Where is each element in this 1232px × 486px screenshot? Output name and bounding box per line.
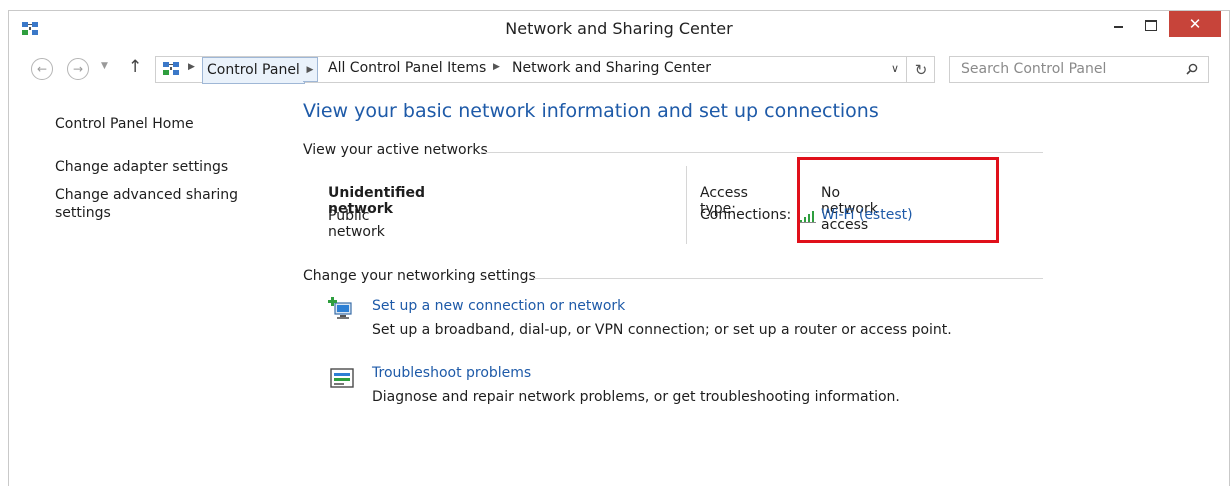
sidebar-item-control-panel-home[interactable]: Control Panel Home <box>55 115 285 133</box>
address-dropdown-icon[interactable]: ∨ <box>891 62 899 75</box>
breadcrumb-separator-icon[interactable]: ▶ <box>188 62 195 72</box>
window-title: Network and Sharing Center <box>505 19 733 38</box>
up-button[interactable]: ↑ <box>128 57 142 77</box>
maximize-icon <box>1145 19 1157 31</box>
sidebar-item-change-adapter-settings[interactable]: Change adapter settings <box>55 158 285 176</box>
setup-connection-description: Set up a broadband, dial-up, or VPN conn… <box>372 322 952 338</box>
maximize-button[interactable] <box>1137 11 1165 39</box>
breadcrumb-separator-icon[interactable]: ▶ <box>493 62 500 72</box>
divider <box>534 278 1043 279</box>
close-icon: ✕ <box>1188 15 1202 33</box>
search-icon[interactable] <box>1186 63 1198 75</box>
minimize-button[interactable] <box>1105 11 1131 39</box>
breadcrumb-all-items[interactable]: All Control Panel Items <box>328 60 486 76</box>
refresh-icon: ↻ <box>914 60 928 79</box>
address-bar[interactable]: ▶ Control Panel ▶ All Control Panel Item… <box>155 56 935 84</box>
forward-button[interactable]: → <box>67 58 89 80</box>
breadcrumb-network-sharing[interactable]: Network and Sharing Center <box>512 60 711 76</box>
window: Network and Sharing Center ✕ ← → ▼ ↑ ▶ C… <box>8 10 1230 486</box>
divider <box>485 152 1043 153</box>
sidebar-item-change-advanced-sharing[interactable]: Change advanced sharing settings <box>55 186 245 222</box>
new-connection-icon <box>328 297 352 319</box>
back-button[interactable]: ← <box>31 58 53 80</box>
breadcrumb-control-panel[interactable]: Control Panel <box>202 57 305 84</box>
forward-arrow-icon: → <box>72 62 84 76</box>
troubleshoot-description: Diagnose and repair network problems, or… <box>372 389 900 405</box>
minimize-icon <box>1113 26 1123 28</box>
troubleshoot-link[interactable]: Troubleshoot problems <box>372 365 531 381</box>
breadcrumb-separator-icon[interactable]: ▶ <box>303 57 318 82</box>
up-arrow-icon: ↑ <box>128 57 143 77</box>
networking-settings-header: Change your networking settings <box>303 268 536 284</box>
chevron-down-icon: ▼ <box>101 61 108 71</box>
active-networks-header: View your active networks <box>303 142 488 158</box>
troubleshoot-icon <box>330 368 354 388</box>
divider <box>686 166 687 244</box>
setup-connection-link[interactable]: Set up a new connection or network <box>372 298 625 314</box>
highlight-annotation <box>797 157 999 243</box>
sidebar: Control Panel Home Change adapter settin… <box>55 115 285 222</box>
connections-label: Connections: <box>700 207 792 223</box>
recent-locations-button[interactable]: ▼ <box>101 61 108 71</box>
search-input[interactable]: Search Control Panel <box>949 56 1209 83</box>
navigation-bar: ← → ▼ ↑ ▶ Control Panel ▶ All Control Pa… <box>9 55 1229 85</box>
back-arrow-icon: ← <box>36 62 48 76</box>
page-title: View your basic network information and … <box>303 100 879 122</box>
close-button[interactable]: ✕ <box>1169 11 1221 37</box>
refresh-button[interactable]: ↻ <box>906 57 935 82</box>
search-placeholder: Search Control Panel <box>961 61 1107 77</box>
control-panel-icon <box>163 62 179 75</box>
network-category[interactable]: Public network <box>328 208 385 240</box>
title-bar: Network and Sharing Center ✕ <box>9 11 1229 49</box>
